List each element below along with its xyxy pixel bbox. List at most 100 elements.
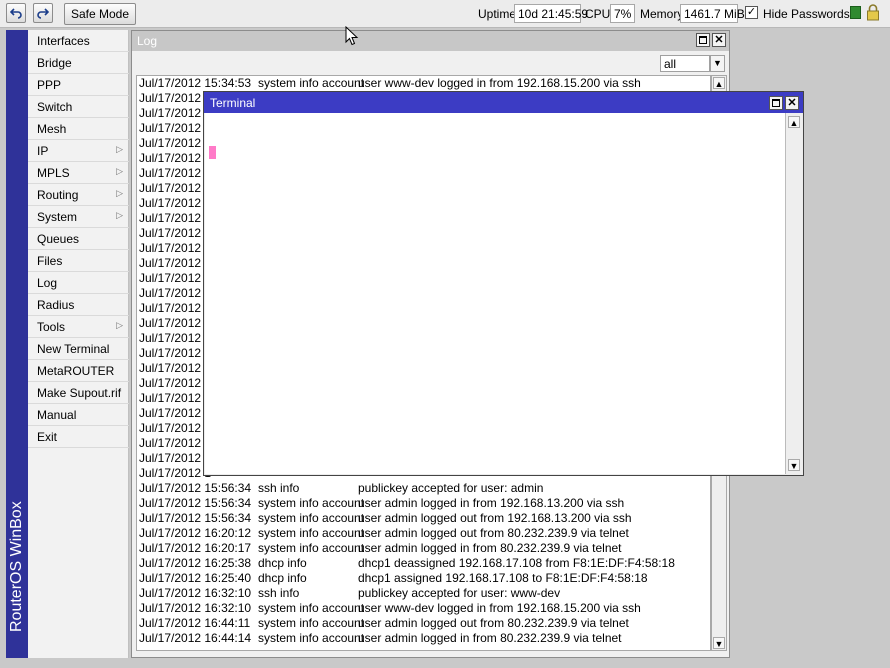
log-row[interactable]: Jul/17/2012 15:56:34 system info account u… [137, 511, 710, 526]
undo-icon [10, 8, 22, 19]
main-menu: Interfaces Bridge PPP Switch Mesh IP ▷ MPLS ▷ Rou… [28, 30, 129, 658]
menu-item-system[interactable]: System ▷ [28, 206, 129, 228]
log-time: Jul/17/2012 1 [139, 316, 212, 330]
log-time: Jul/17/2012 16:32:10 [139, 586, 252, 600]
terminal-titlebar[interactable]: Terminal [204, 92, 803, 113]
menu-item-files[interactable]: Files [28, 250, 129, 272]
menu-item-log[interactable]: Log [28, 272, 129, 294]
log-message: user admin logged out from 192.168.13.20… [358, 511, 632, 525]
log-time: Jul/17/2012 1 [139, 211, 212, 225]
log-time: Jul/17/2012 1 [139, 256, 212, 270]
log-time: Jul/17/2012 1 [139, 436, 212, 450]
log-time: Jul/17/2012 1 [139, 241, 212, 255]
log-row[interactable]: Jul/17/2012 16:20:17 system info account u… [137, 541, 710, 556]
log-message: user admin logged in from 80.232.239.9 v… [358, 541, 622, 555]
log-time: Jul/17/2012 1 [139, 91, 212, 105]
menu-item-queues[interactable]: Queues [28, 228, 129, 250]
submenu-arrow-icon: ▷ [116, 320, 123, 330]
log-row[interactable]: Jul/17/2012 16:44:14 system info account u… [137, 631, 710, 646]
menu-item-mesh[interactable]: Mesh [28, 118, 129, 140]
menu-item-label: Make Supout.rif [37, 386, 122, 400]
terminal-scrollbar[interactable]: ▲ ▼ [785, 113, 802, 474]
menu-item-label: Log [37, 276, 58, 290]
safe-mode-button[interactable]: Safe Mode [64, 3, 136, 25]
log-close-button[interactable]: ✕ [712, 33, 726, 47]
log-message: user admin logged out from 80.232.239.9 … [358, 526, 629, 540]
log-time: Jul/17/2012 1 [139, 151, 212, 165]
undo-button[interactable] [6, 3, 26, 23]
log-window-title: Log [137, 34, 158, 48]
log-time: Jul/17/2012 1 [139, 181, 212, 195]
scroll-down-icon[interactable]: ▼ [713, 637, 725, 649]
log-maximize-button[interactable] [696, 33, 710, 47]
log-time: Jul/17/2012 1 [139, 271, 212, 285]
log-topic: system info account [258, 511, 365, 525]
scroll-up-icon[interactable]: ▲ [713, 77, 725, 89]
menu-item-tools[interactable]: Tools ▷ [28, 316, 129, 338]
menu-item-routing[interactable]: Routing ▷ [28, 184, 129, 206]
log-filter-dropdown[interactable]: ▼ [710, 55, 725, 72]
log-row[interactable]: Jul/17/2012 15:56:34 system info account u… [137, 496, 710, 511]
log-row[interactable]: Jul/17/2012 16:25:40 dhcp info dhcp1 assig… [137, 571, 710, 586]
log-time: Jul/17/2012 16:25:40 [139, 571, 252, 585]
log-row[interactable]: Jul/17/2012 16:32:10 ssh info publickey ac… [137, 586, 710, 601]
log-topic: system info account [258, 631, 365, 645]
log-message: dhcp1 deassigned 192.168.17.108 from F8:… [358, 556, 675, 570]
log-filter-select[interactable]: all [660, 55, 710, 72]
scroll-down-icon[interactable]: ▼ [788, 459, 800, 471]
terminal-output[interactable] [205, 113, 785, 474]
hide-passwords-label: Hide Passwords [763, 7, 850, 21]
terminal-close-button[interactable]: ✕ [785, 96, 799, 110]
scroll-up-icon[interactable]: ▲ [788, 116, 800, 128]
maximize-icon [772, 99, 780, 107]
log-time: Jul/17/2012 16:20:17 [139, 541, 252, 555]
menu-item-label: Queues [37, 232, 80, 246]
brand-strip: RouterOS WinBox [6, 30, 28, 658]
log-message: user admin logged in from 80.232.239.9 v… [358, 631, 622, 645]
menu-item-mpls[interactable]: MPLS ▷ [28, 162, 129, 184]
chevron-down-icon: ▼ [713, 58, 722, 68]
menu-item-ppp[interactable]: PPP [28, 74, 129, 96]
menu-item-manual[interactable]: Manual [28, 404, 129, 426]
log-row[interactable]: Jul/17/2012 16:44:11 system info account u… [137, 616, 710, 631]
log-time: Jul/17/2012 1 [139, 391, 212, 405]
menu-item-metarouter[interactable]: MetaROUTER [28, 360, 129, 382]
log-time: Jul/17/2012 16:44:14 [139, 631, 252, 645]
hide-passwords-checkbox[interactable]: ✓ [745, 6, 758, 19]
log-row[interactable]: Jul/17/2012 16:20:12 system info account u… [137, 526, 710, 541]
log-topic: dhcp info [258, 556, 307, 570]
log-time: Jul/17/2012 1 [139, 361, 212, 375]
log-row[interactable]: Jul/17/2012 16:25:38 dhcp info dhcp1 deass… [137, 556, 710, 571]
menu-item-radius[interactable]: Radius [28, 294, 129, 316]
log-time: Jul/17/2012 1 [139, 421, 212, 435]
log-message: user admin logged out from 80.232.239.9 … [358, 616, 629, 630]
log-time: Jul/17/2012 1 [139, 166, 212, 180]
redo-button[interactable] [33, 3, 53, 23]
menu-item-ip[interactable]: IP ▷ [28, 140, 129, 162]
menu-item-exit[interactable]: Exit [28, 426, 129, 448]
terminal-maximize-button[interactable] [769, 96, 783, 110]
menu-item-bridge[interactable]: Bridge [28, 52, 129, 74]
menu-item-label: Mesh [37, 122, 67, 136]
log-time: Jul/17/2012 1 [139, 121, 212, 135]
log-time: Jul/17/2012 1 [139, 226, 212, 240]
menu-item-switch[interactable]: Switch [28, 96, 129, 118]
redo-icon [37, 8, 49, 19]
safe-mode-label: Safe Mode [70, 7, 130, 21]
mouse-pointer-icon [345, 26, 359, 46]
log-row[interactable]: Jul/17/2012 16:32:10 system info account u… [137, 601, 710, 616]
lock-icon [867, 4, 879, 21]
terminal-cursor [209, 146, 216, 159]
log-row[interactable]: Jul/17/2012 15:56:34 ssh info publickey ac… [137, 481, 710, 496]
menu-item-label: Exit [37, 430, 58, 444]
menu-item-label: Switch [37, 100, 73, 114]
menu-item-new-terminal[interactable]: New Terminal [28, 338, 129, 360]
menu-item-label: PPP [37, 78, 62, 92]
log-row[interactable]: Jul/17/2012 15:34:53 system info account u… [137, 76, 710, 91]
log-message: user www-dev logged in from 192.168.15.2… [358, 601, 641, 615]
menu-item-label: IP [37, 144, 49, 158]
log-message: user admin logged in from 192.168.13.200… [358, 496, 625, 510]
menu-item-interfaces[interactable]: Interfaces [28, 30, 129, 52]
log-window-titlebar[interactable]: Log [132, 31, 729, 51]
menu-item-make-supout-rif[interactable]: Make Supout.rif [28, 382, 129, 404]
